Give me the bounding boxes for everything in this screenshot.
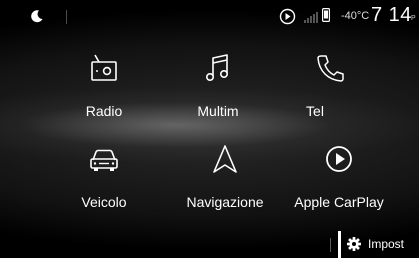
car-icon: [90, 149, 118, 171]
tile-vehicle[interactable]: Veicolo: [49, 142, 159, 222]
bottom-divider: [330, 238, 331, 252]
music-note-icon: [206, 54, 228, 81]
home-screen: -40°C 7 14 P Radio Multim Tel Veicolo Na…: [0, 0, 419, 258]
tile-phone-label: Tel: [306, 103, 324, 119]
tile-apple-carplay-label: Apple CarPlay: [294, 194, 384, 210]
phone-status-icon: [322, 8, 330, 22]
carplay-status-icon: [279, 8, 296, 25]
tile-navigation-label: Navigazione: [186, 194, 264, 210]
status-bar: -40°C 7 14 P: [0, 0, 419, 34]
tile-radio[interactable]: Radio: [49, 51, 159, 131]
gear-icon: [347, 237, 361, 251]
clock: 7 14: [371, 4, 412, 26]
tile-multimedia[interactable]: Multim: [163, 51, 273, 131]
phone-icon: [317, 55, 344, 82]
tile-vehicle-label: Veicolo: [81, 194, 127, 210]
tile-apple-carplay[interactable]: Apple CarPlay: [284, 142, 394, 222]
moon-icon[interactable]: [30, 9, 44, 23]
signal-icon: [304, 12, 318, 23]
status-divider: [66, 10, 67, 24]
radio-icon: [91, 54, 117, 81]
temperature-readout: -40°C: [341, 10, 370, 22]
settings-indicator: [338, 231, 341, 258]
settings-button[interactable]: Impost: [338, 231, 419, 258]
navigation-arrow-icon: [213, 145, 237, 173]
tile-multimedia-label: Multim: [197, 103, 239, 119]
tile-navigation[interactable]: Navigazione: [170, 142, 280, 222]
tile-phone[interactable]: Tel: [274, 51, 384, 131]
settings-label: Impost: [368, 237, 405, 251]
clock-ampm: P: [411, 15, 416, 22]
tile-radio-label: Radio: [85, 103, 123, 119]
carplay-icon: [326, 146, 352, 172]
